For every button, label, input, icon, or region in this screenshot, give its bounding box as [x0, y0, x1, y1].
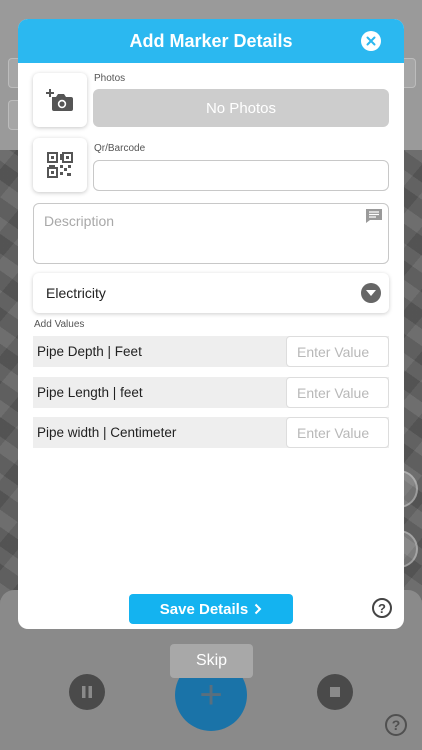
stop-button	[317, 674, 353, 710]
category-select[interactable]: Electricity	[33, 273, 389, 313]
value-row-label: Pipe Depth | Feet	[37, 344, 142, 359]
save-details-label: Save Details	[159, 600, 249, 618]
close-button[interactable]	[361, 31, 381, 51]
qr-barcode-label: Qr/Barcode	[94, 143, 146, 154]
comment-icon	[366, 209, 382, 223]
pause-button	[69, 674, 105, 710]
background-help-icon: ?	[385, 714, 407, 736]
value-row: Pipe Length | feet	[33, 377, 389, 408]
plus-icon: +	[199, 673, 223, 717]
value-input[interactable]	[286, 417, 389, 448]
save-details-button[interactable]: Save Details	[129, 594, 293, 624]
help-icon[interactable]: ?	[372, 598, 392, 618]
qr-code-icon	[47, 152, 73, 178]
skip-button[interactable]: Skip	[170, 644, 253, 678]
value-row-label: Pipe width | Centimeter	[37, 425, 177, 440]
no-photos-placeholder: No Photos	[93, 89, 389, 127]
dialog-header: Add Marker Details	[18, 19, 404, 63]
chevron-right-icon	[254, 603, 262, 615]
value-row: Pipe Depth | Feet	[33, 336, 389, 367]
dialog-title: Add Marker Details	[129, 30, 293, 51]
scan-qr-button[interactable]	[33, 138, 87, 192]
description-field[interactable]: Description	[33, 203, 389, 264]
close-icon	[366, 36, 376, 46]
add-marker-dialog: Add Marker Details Photos No Photos Qr/B…	[18, 19, 404, 629]
chevron-down-icon	[361, 283, 381, 303]
description-placeholder: Description	[44, 213, 115, 229]
pause-icon	[82, 686, 92, 698]
value-input[interactable]	[286, 336, 389, 367]
photos-label: Photos	[94, 73, 126, 84]
add-photo-button[interactable]	[33, 73, 87, 127]
add-values-label: Add Values	[34, 319, 85, 330]
camera-plus-icon	[46, 89, 73, 111]
qr-barcode-input[interactable]	[93, 160, 389, 191]
value-input[interactable]	[286, 377, 389, 408]
stop-icon	[330, 687, 340, 697]
category-select-value: Electricity	[46, 285, 106, 301]
value-row: Pipe width | Centimeter	[33, 417, 389, 448]
value-row-label: Pipe Length | feet	[37, 385, 143, 400]
